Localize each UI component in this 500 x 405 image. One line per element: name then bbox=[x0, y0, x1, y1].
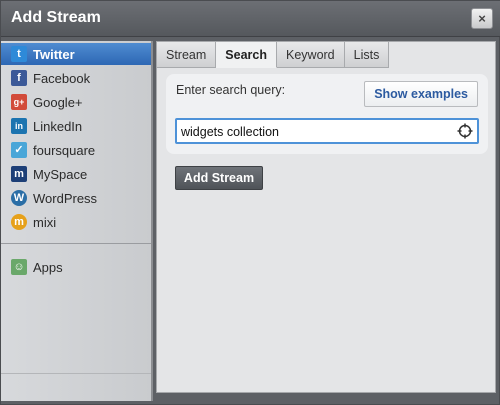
search-input[interactable]: widgets collection bbox=[175, 118, 479, 144]
search-query-label: Enter search query: bbox=[176, 83, 286, 97]
close-icon: × bbox=[478, 11, 486, 26]
stream-config-panel: Stream Search Keyword Lists Enter search… bbox=[156, 41, 496, 393]
close-button[interactable]: × bbox=[471, 8, 493, 29]
sidebar-item-facebook[interactable]: f Facebook bbox=[1, 67, 151, 89]
tab-bar: Stream Search Keyword Lists bbox=[157, 42, 390, 68]
sidebar-item-label: Apps bbox=[33, 259, 63, 275]
sidebar-item-twitter[interactable]: t Twitter bbox=[1, 43, 151, 65]
sidebar-divider bbox=[1, 373, 151, 374]
sidebar-item-mixi[interactable]: m mixi bbox=[1, 211, 151, 233]
sidebar-divider bbox=[1, 243, 151, 244]
sidebar-item-label: mixi bbox=[33, 214, 57, 230]
search-input-value: widgets collection bbox=[181, 125, 279, 139]
sidebar-item-myspace[interactable]: m MySpace bbox=[1, 163, 151, 185]
tab-lists[interactable]: Lists bbox=[344, 42, 390, 68]
search-panel: Enter search query: Show examples widget… bbox=[166, 74, 488, 154]
mixi-icon: m bbox=[11, 214, 27, 230]
network-sidebar: t Twitter f Facebook g+ Google+ in Linke… bbox=[1, 41, 153, 401]
locate-icon[interactable] bbox=[457, 123, 473, 139]
sidebar-item-label: Facebook bbox=[33, 70, 91, 86]
tab-search[interactable]: Search bbox=[216, 42, 277, 68]
sidebar-item-label: Google+ bbox=[33, 94, 83, 110]
google-plus-icon: g+ bbox=[11, 94, 27, 110]
facebook-icon: f bbox=[11, 70, 27, 86]
add-stream-dialog: Add Stream × t Twitter f Facebook g+ Goo… bbox=[0, 0, 500, 405]
tab-stream[interactable]: Stream bbox=[157, 42, 217, 68]
tab-keyword[interactable]: Keyword bbox=[277, 42, 345, 68]
dialog-title: Add Stream bbox=[11, 9, 101, 26]
foursquare-icon: ✓ bbox=[11, 142, 27, 158]
wordpress-icon: W bbox=[11, 190, 27, 206]
sidebar-item-label: WordPress bbox=[33, 190, 98, 206]
sidebar-item-label: LinkedIn bbox=[33, 118, 83, 134]
sidebar-item-google-plus[interactable]: g+ Google+ bbox=[1, 91, 151, 113]
twitter-icon: t bbox=[11, 46, 27, 62]
sidebar-item-label: MySpace bbox=[33, 166, 88, 182]
sidebar-item-wordpress[interactable]: W WordPress bbox=[1, 187, 151, 209]
linkedin-icon: in bbox=[11, 118, 27, 134]
dialog-titlebar: Add Stream × bbox=[1, 1, 500, 37]
show-examples-button[interactable]: Show examples bbox=[364, 81, 478, 107]
apps-icon: ☺ bbox=[11, 259, 27, 275]
sidebar-item-apps[interactable]: ☺ Apps bbox=[1, 256, 151, 278]
sidebar-item-label: Twitter bbox=[33, 46, 75, 62]
sidebar-item-label: foursquare bbox=[33, 142, 96, 158]
sidebar-item-linkedin[interactable]: in LinkedIn bbox=[1, 115, 151, 137]
sidebar-item-foursquare[interactable]: ✓ foursquare bbox=[1, 139, 151, 161]
myspace-icon: m bbox=[11, 166, 27, 182]
add-stream-button[interactable]: Add Stream bbox=[175, 166, 263, 190]
